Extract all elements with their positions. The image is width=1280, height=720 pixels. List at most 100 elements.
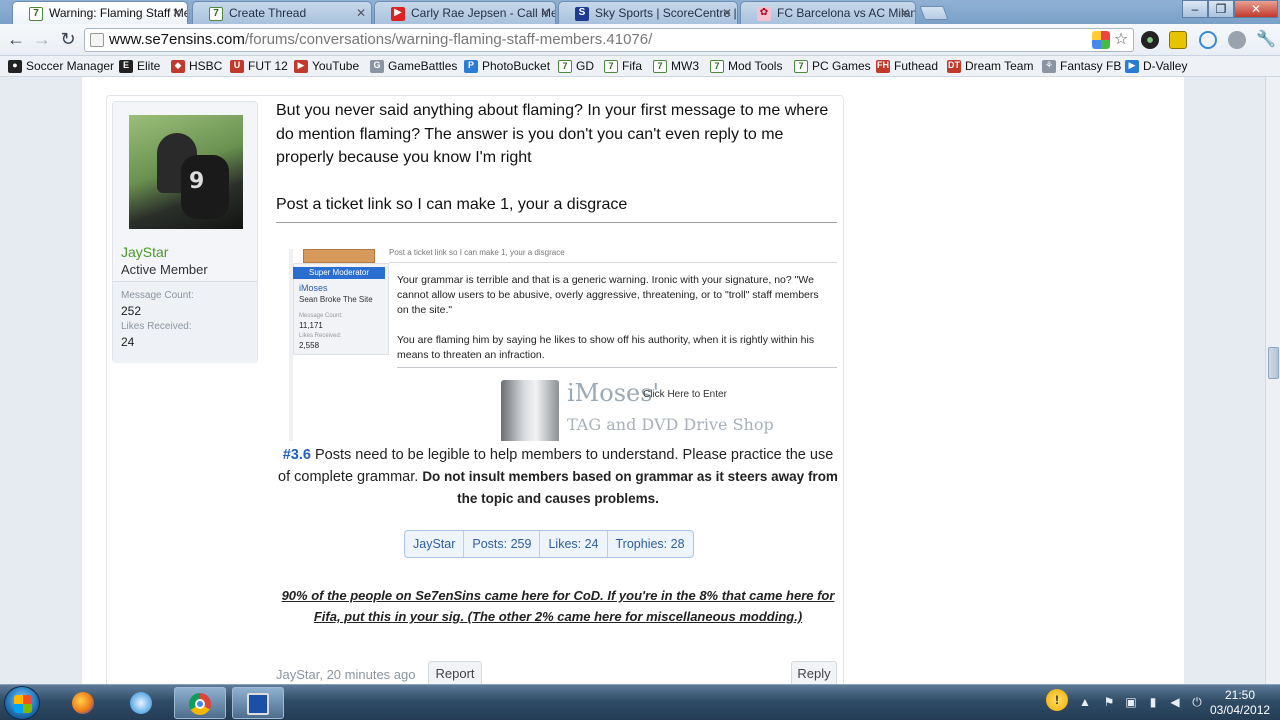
taskbar-chrome[interactable] (174, 687, 226, 719)
username[interactable]: JayStar (121, 244, 168, 260)
sig-likes: Likes: 24 (540, 531, 608, 557)
rule-bold-text: Do not insult members based on grammar a… (422, 469, 838, 506)
xbox-console-image (501, 380, 559, 441)
hsbc-icon: ◆ (171, 60, 185, 73)
message-body: But you never said anything about flamin… (276, 99, 836, 239)
message-count-label: Message Count: (121, 290, 194, 301)
flag-icon[interactable]: ⚑ (1102, 695, 1116, 709)
network-signal-icon[interactable]: ▮ (1146, 695, 1160, 709)
d-valley-icon: ▶ (1125, 60, 1139, 73)
bookmark-mw3[interactable]: 7 MW3 (653, 58, 699, 75)
se7ensins-icon: 7 (209, 7, 223, 21)
embed-divider (397, 367, 837, 368)
tab-sky-sports[interactable]: S Sky Sports | ScoreCentre | Fo ✕ (558, 1, 738, 24)
banner-subtitle: TAG and DVD Drive Shop (567, 415, 774, 434)
minimize-button[interactable]: – (1182, 0, 1208, 18)
scrollbar-thumb[interactable] (1268, 347, 1279, 379)
maximize-button[interactable]: ❐ (1208, 0, 1234, 18)
clock-time[interactable]: 21:50 (1210, 688, 1270, 702)
bookmarks-bar: ● Soccer Manager E Elite ◆ HSBC U FUT 12 ▶ Yo… (0, 56, 1280, 77)
bookmark-fut12[interactable]: U FUT 12 (230, 58, 288, 75)
safari-icon (130, 692, 152, 714)
extension-icon[interactable] (1141, 31, 1159, 49)
bookmark-youtube[interactable]: ▶ YouTube (294, 58, 359, 75)
bookmark-dream-team[interactable]: DT Dream Team (947, 58, 1033, 75)
tab-warning-flaming[interactable]: 7 Warning: Flaming Staff Mer ✕ (12, 1, 188, 24)
tab-label: Carly Rae Jepsen - Call Me M (411, 6, 556, 20)
page-icon (90, 33, 104, 47)
youtube-icon: ▶ (294, 60, 308, 73)
extension-icon[interactable] (1199, 31, 1217, 49)
fantasy-fb-icon: ⚘ (1042, 60, 1056, 73)
bookmark-fifa[interactable]: 7 Fifa (604, 58, 642, 75)
action-center-warning-icon[interactable]: ! (1046, 689, 1068, 711)
close-icon[interactable]: ✕ (722, 2, 732, 24)
bookmark-elite[interactable]: E Elite (119, 58, 160, 75)
bookmark-photobucket[interactable]: P PhotoBucket (464, 58, 550, 75)
new-tab-button[interactable] (919, 6, 949, 20)
forward-button[interactable]: → (30, 28, 54, 52)
volume-icon[interactable]: ◀ (1168, 695, 1182, 709)
elite-icon: E (119, 60, 133, 73)
fc-icon: ✿ (757, 7, 771, 21)
embed-message-count-label: Message Count: (299, 313, 343, 319)
close-icon[interactable]: ✕ (900, 2, 910, 24)
bookmark-gamebattles[interactable]: G GameBattles (370, 58, 457, 75)
vertical-scrollbar[interactable] (1265, 77, 1280, 684)
bookmark-soccer-manager[interactable]: ● Soccer Manager (8, 58, 114, 75)
message-meta[interactable]: JayStar, 20 minutes ago (276, 667, 415, 682)
system-tray: ! ▲ ⚑ ▣ ▮ ◀ ⏻ 21:50 03/04/2012 (1040, 685, 1280, 720)
bookmark-mod-tools[interactable]: 7 Mod Tools (710, 58, 782, 75)
dream-team-icon: DT (947, 60, 961, 73)
bookmark-futhead[interactable]: FH Futhead (876, 58, 938, 75)
tab-carly-rae[interactable]: ▶ Carly Rae Jepsen - Call Me M ✕ (374, 1, 556, 24)
message-paragraph: But you never said anything about flamin… (276, 102, 829, 166)
taskbar-firefox[interactable] (58, 687, 110, 719)
embed-message-count: 11,171 (299, 321, 323, 330)
clock-date[interactable]: 03/04/2012 (1210, 703, 1270, 717)
extension-icon[interactable] (1228, 31, 1246, 49)
show-hidden-icons-icon[interactable]: ▲ (1078, 695, 1092, 709)
wrench-icon[interactable]: 🔧 (1256, 31, 1276, 49)
bookmark-d-valley[interactable]: ▶ D-Valley (1125, 58, 1187, 75)
se7ensins-icon: 7 (653, 60, 667, 73)
user-stats: Message Count: 252 Likes Received: 24 (113, 281, 257, 363)
extension-icon[interactable] (1092, 31, 1110, 49)
avatar[interactable]: 9 (129, 115, 243, 229)
taskbar-snipping-tool[interactable] (232, 687, 284, 719)
back-button[interactable]: ← (4, 28, 28, 52)
signature-quote: 90% of the people on Se7enSins came here… (281, 588, 835, 624)
super-moderator-badge: Super Moderator (293, 267, 385, 279)
signature-rule: #3.6 Posts need to be legible to help me… (278, 445, 838, 510)
url-host: www.se7ensins.com (109, 31, 245, 48)
taskbar-safari[interactable] (116, 687, 168, 719)
reload-button[interactable]: ↻ (56, 28, 80, 52)
se7ensins-icon: 7 (558, 60, 572, 73)
report-button[interactable]: Report (428, 661, 482, 684)
forum-content: 9 JayStar Active Member Message Count: 2… (82, 77, 1184, 684)
tab-barcelona-milan[interactable]: ✿ FC Barcelona vs AC Milan L ✕ (740, 1, 916, 24)
sig-username: JayStar (405, 531, 465, 557)
embed-paragraph: You are flaming him by saying he likes t… (397, 334, 815, 361)
start-button[interactable] (4, 686, 40, 720)
bookmark-star-icon[interactable]: ☆ (1112, 31, 1130, 49)
window-close-button[interactable]: ✕ (1234, 0, 1278, 18)
tab-label: Sky Sports | ScoreCentre | Fo (595, 6, 737, 20)
close-icon[interactable]: ✕ (540, 2, 550, 24)
bookmark-hsbc[interactable]: ◆ HSBC (171, 58, 222, 75)
close-icon[interactable]: ✕ (356, 2, 366, 24)
power-icon[interactable]: ⏻ (1190, 695, 1204, 709)
bookmark-pc-games[interactable]: 7 PC Games (794, 58, 871, 75)
device-icon[interactable]: ▣ (1124, 695, 1138, 709)
bookmark-gd[interactable]: 7 GD (558, 58, 594, 75)
signature-image: Post a ticket link so I can make 1, your… (289, 249, 837, 441)
bookmark-fantasy-fb[interactable]: ⚘ Fantasy FB (1042, 58, 1121, 75)
reply-button[interactable]: Reply (791, 661, 837, 684)
snipping-tool-icon (247, 693, 269, 715)
embed-user-title: Sean Broke The Site (299, 295, 373, 304)
signature-userbar: JayStar Posts: 259 Likes: 24 Trophies: 28 (404, 530, 694, 558)
extension-icon[interactable] (1169, 31, 1187, 49)
close-icon[interactable]: ✕ (172, 2, 182, 24)
address-bar[interactable]: www.se7ensins.com/forums/conversations/w… (84, 28, 1134, 52)
tab-create-thread[interactable]: 7 Create Thread ✕ (192, 1, 372, 24)
